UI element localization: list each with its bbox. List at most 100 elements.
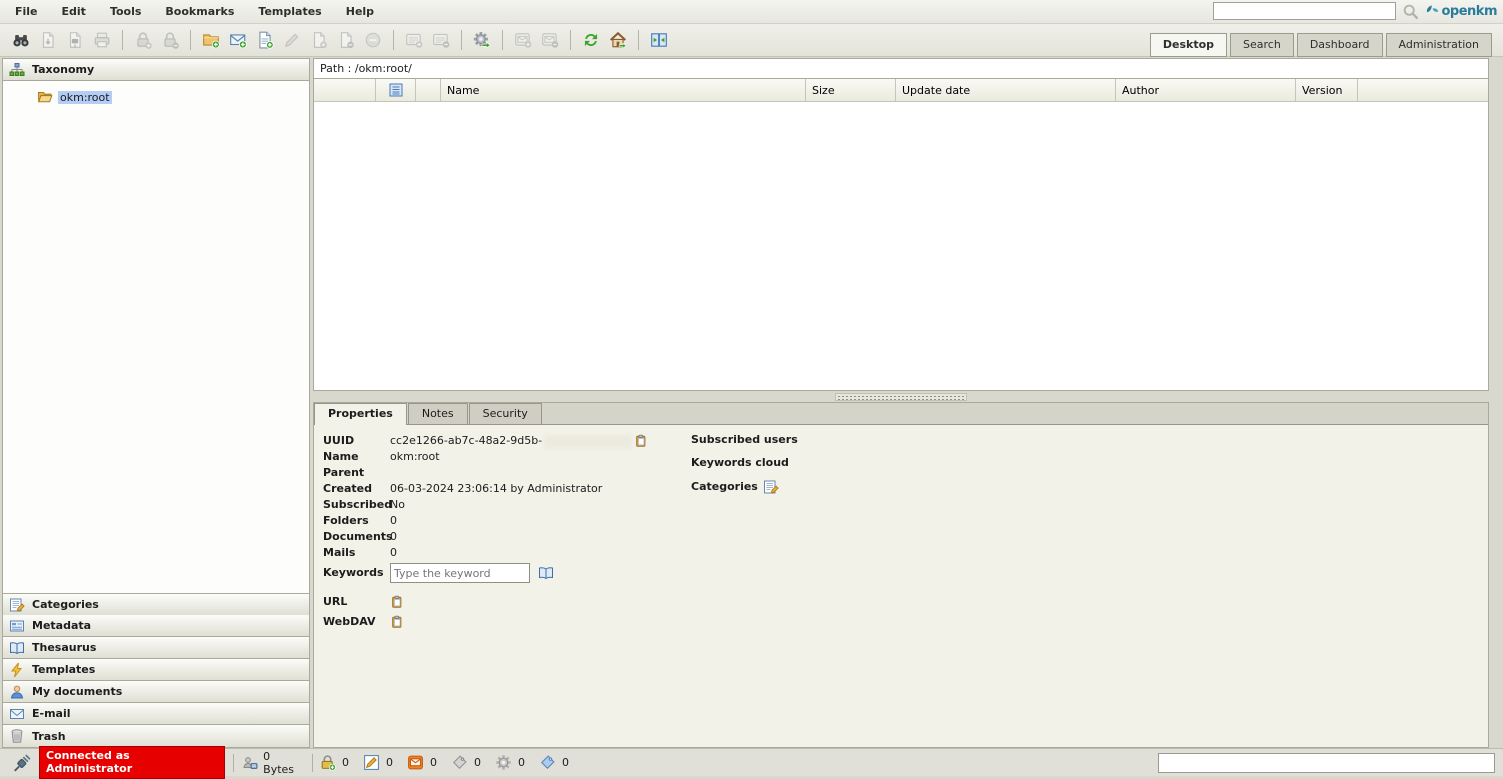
properties-table: UUID cc2e1266-ab7c-48a2-9d5b- Name okm:r… (323, 433, 1488, 630)
categories-edit-icon[interactable] (763, 479, 779, 495)
tab-notes[interactable]: Notes (408, 403, 468, 424)
download-pdf-button (64, 29, 86, 51)
column-massive-selection[interactable] (376, 79, 416, 101)
tab-security[interactable]: Security (469, 403, 542, 424)
url-copy-clipboard-icon[interactable] (390, 595, 404, 609)
mail-add-icon (229, 31, 247, 49)
toolbar-separator (638, 30, 639, 50)
column-version-label: Version (1302, 84, 1342, 97)
taxonomy-tree: okm:root (3, 81, 309, 593)
tab-search[interactable]: Search (1230, 33, 1294, 57)
sidebar-panel-categories[interactable]: Categories (3, 593, 309, 615)
padlock-add-icon (319, 754, 336, 771)
column-update-date[interactable]: Update date (896, 79, 1116, 101)
view-tabs: Desktop Search Dashboard Administration (1147, 33, 1492, 57)
printer-icon (93, 31, 111, 49)
horizontal-splitter[interactable] (313, 391, 1489, 402)
categories-section: Categories (691, 479, 798, 495)
property-row-name: Name okm:root (323, 449, 1488, 465)
categories-icon (9, 597, 25, 613)
create-folder-button[interactable] (200, 29, 222, 51)
refresh-button[interactable] (580, 29, 602, 51)
sidebar-panel-thesaurus[interactable]: Thesaurus (3, 637, 309, 659)
folder-add-icon (202, 31, 220, 49)
tab-properties[interactable]: Properties (314, 403, 407, 425)
quota-value: 0 Bytes (263, 750, 304, 776)
user-icon (9, 684, 25, 700)
home-icon (609, 31, 627, 49)
edit-document-button (281, 29, 303, 51)
checkout-count: 0 (386, 756, 393, 769)
property-row-uuid: UUID cc2e1266-ab7c-48a2-9d5b- (323, 433, 1488, 449)
taxonomy-icon (9, 62, 25, 78)
menu-help[interactable]: Help (346, 5, 374, 18)
menu-file[interactable]: File (15, 5, 38, 18)
property-row-keywords: Keywords (323, 561, 1488, 585)
created-label: Created (323, 481, 390, 497)
quick-search-input[interactable] (1213, 2, 1396, 20)
column-status[interactable] (314, 79, 376, 101)
menu-tools[interactable]: Tools (110, 5, 141, 18)
print-button (91, 29, 113, 51)
tree-item-okm-root[interactable]: okm:root (37, 89, 112, 105)
start-workflow-button[interactable] (471, 29, 493, 51)
statusbar-counts: 0 0 0 0 0 0 (313, 754, 577, 771)
tree-item-label: okm:root (58, 91, 112, 104)
create-mail-button[interactable] (227, 29, 249, 51)
quota-icon (242, 755, 258, 771)
tag-blue-icon (539, 754, 556, 771)
keyword-input[interactable] (390, 563, 530, 583)
openkm-logo-text: openkm (1442, 4, 1498, 19)
column-type[interactable] (416, 79, 441, 101)
tab-desktop[interactable]: Desktop (1150, 33, 1227, 57)
sidebar-panel-taxonomy[interactable]: Taxonomy (3, 59, 309, 81)
menu-templates[interactable]: Templates (258, 5, 321, 18)
lock-button (132, 29, 154, 51)
copy-clipboard-icon[interactable] (634, 434, 648, 448)
sidebar-panel-my-documents[interactable]: My documents (3, 681, 309, 703)
sidebar-panel-templates[interactable]: Templates (3, 659, 309, 681)
file-list-area[interactable] (314, 102, 1488, 390)
property-group-remove-icon (432, 31, 450, 49)
find-button[interactable] (10, 29, 32, 51)
sidebar-panel-email[interactable]: E-mail (3, 703, 309, 725)
uuid-value: cc2e1266-ab7c-48a2-9d5b- (390, 433, 542, 449)
detail-tabs: Properties Notes Security (314, 403, 1488, 425)
webdav-copy-clipboard-icon[interactable] (390, 615, 404, 629)
workflow-gear-icon (473, 31, 491, 49)
detail-panel: Properties Notes Security UUID cc2e1266-… (313, 402, 1489, 748)
file-browser: Name Size Update date Author Version (313, 79, 1489, 391)
add-document-button[interactable] (254, 29, 276, 51)
folders-value: 0 (390, 513, 397, 529)
tab-administration[interactable]: Administration (1386, 33, 1493, 57)
parent-label: Parent (323, 465, 390, 481)
home-button[interactable] (607, 29, 629, 51)
column-author[interactable]: Author (1116, 79, 1296, 101)
statusbar-message-input[interactable] (1158, 753, 1495, 773)
splitter-handle[interactable] (835, 393, 967, 401)
search-icon[interactable] (1402, 3, 1419, 20)
plug-icon (13, 754, 31, 772)
column-update-date-label: Update date (902, 84, 970, 97)
uuid-redacted (544, 435, 632, 448)
add-property-group-button (403, 29, 425, 51)
menu-bookmarks[interactable]: Bookmarks (165, 5, 234, 18)
column-size[interactable]: Size (806, 79, 896, 101)
split-panel-button[interactable] (648, 29, 670, 51)
column-name[interactable]: Name (441, 79, 806, 101)
property-row-url: URL (323, 594, 1488, 610)
tab-dashboard[interactable]: Dashboard (1297, 33, 1383, 57)
column-size-label: Size (812, 84, 835, 97)
sidebar-panel-trash[interactable]: Trash (3, 725, 309, 747)
toolbar-separator (190, 30, 191, 50)
thesaurus-book-icon[interactable] (538, 565, 554, 581)
webdav-label: WebDAV (323, 614, 390, 630)
document-add-icon (256, 31, 274, 49)
file-browser-header: Name Size Update date Author Version (314, 79, 1488, 102)
column-filler (1358, 79, 1488, 101)
column-version[interactable]: Version (1296, 79, 1358, 101)
sidebar-panel-metadata[interactable]: Metadata (3, 615, 309, 637)
property-row-folders: Folders 0 (323, 513, 1488, 529)
folder-open-icon (37, 89, 53, 105)
menu-edit[interactable]: Edit (62, 5, 86, 18)
